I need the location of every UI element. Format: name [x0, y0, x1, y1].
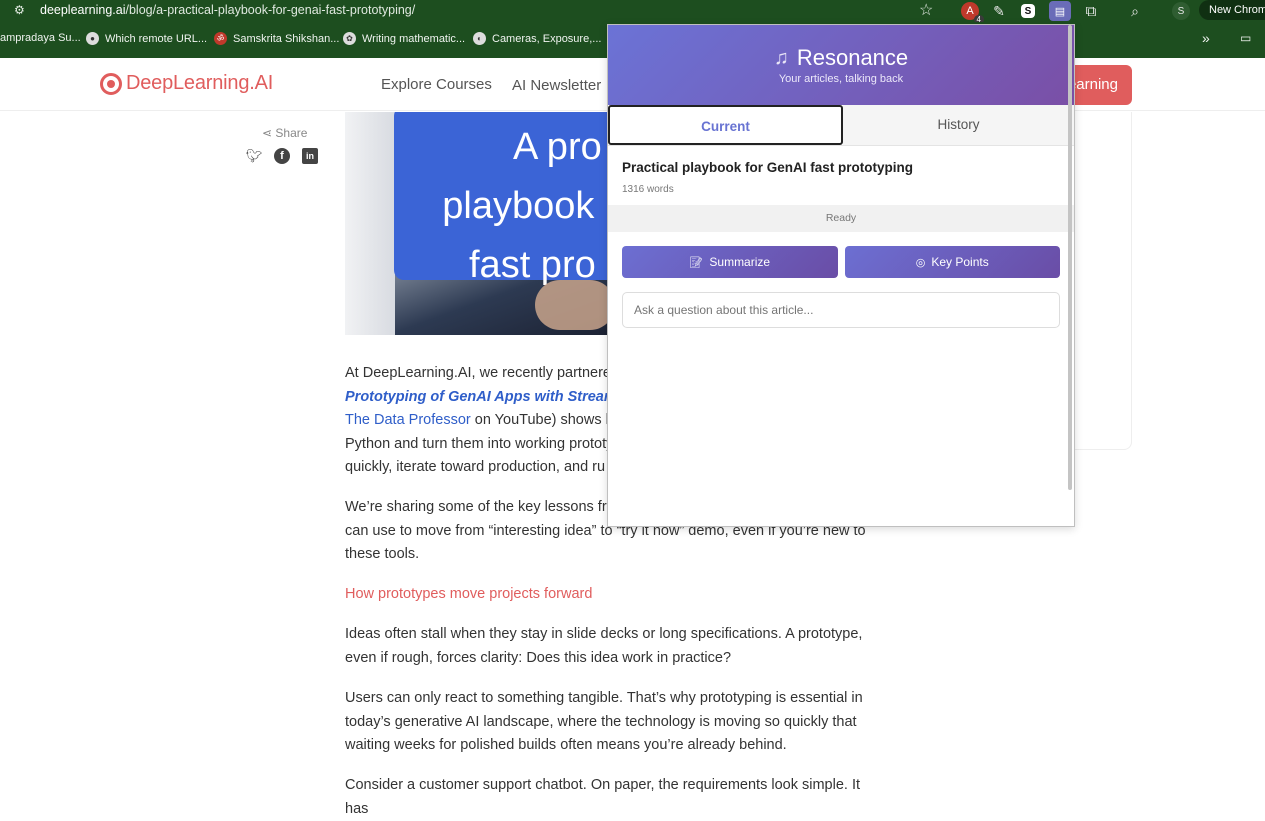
sidebar-card [1074, 112, 1132, 450]
bookmark-item[interactable]: ✿ Writing mathematic... [343, 32, 465, 45]
key-points-button[interactable]: ◎ Key Points [844, 246, 1060, 278]
paragraph-3: Ideas often stall when they stay in slid… [345, 626, 863, 666]
section-heading-wrap: How prototypes move projects forward [345, 583, 885, 607]
music-note-icon: ♫ [773, 46, 789, 69]
site-settings-icon[interactable]: ⚙ [14, 3, 30, 19]
logo-text: DeepLearning.AI [126, 72, 274, 94]
url-field[interactable]: deeplearning.ai/blog/a-practical-playboo… [40, 3, 415, 17]
hero-line: playbook [442, 185, 595, 227]
bookmark-label: Cameras, Exposure,... [492, 32, 602, 45]
bookmark-icon: ॐ [214, 32, 227, 45]
bookmark-icon: ✿ [343, 32, 356, 45]
more-bookmarks-icon[interactable]: » [1202, 30, 1210, 46]
bookmark-item[interactable]: ● Which remote URL... [86, 32, 207, 45]
popup-title-text: Resonance [796, 45, 909, 70]
status-bar: Ready [608, 205, 1074, 232]
course-link[interactable]: Prototyping of GenAI Apps with Streamli [345, 389, 625, 405]
article-title: Practical playbook for GenAI fast protot… [622, 160, 914, 175]
data-professor-link[interactable]: The Data Professor [345, 412, 471, 428]
globe-icon: ◐ [473, 32, 486, 45]
share-button[interactable]: ⋖ Share [262, 126, 307, 140]
bookmark-item[interactable]: ampradaya Su... [0, 32, 81, 44]
section-heading: How prototypes move projects forward [345, 586, 593, 602]
text-fragment: on YouTube) shows h [470, 412, 614, 428]
bookmark-label: Writing mathematic... [362, 32, 466, 45]
new-chrome-button[interactable]: New Chrome [1199, 0, 1265, 20]
pen-extension-icon[interactable]: ✎ [990, 2, 1008, 20]
tab-history[interactable]: History [843, 105, 1074, 145]
logo-icon [100, 72, 122, 95]
person-shape [345, 112, 395, 335]
question-input[interactable] [622, 292, 1060, 328]
bookmark-label: ampradaya Su... [0, 32, 81, 44]
tab-current[interactable]: Current [608, 105, 843, 145]
resonance-extension-icon[interactable]: ▤ [1049, 1, 1071, 21]
hero-image: A pro playbook fast pro [345, 112, 608, 335]
folder-icon[interactable]: ▭ [1240, 31, 1251, 45]
share-label: Share [275, 126, 308, 140]
extensions-puzzle-icon[interactable]: ⧉ [1082, 2, 1100, 20]
bookmark-item[interactable]: ◐ Cameras, Exposure,... [473, 32, 601, 45]
resonance-popup: ♫ Resonance Your articles, talking back … [607, 24, 1075, 527]
bookmark-label: Samskrita Shikshan... [233, 32, 340, 45]
popup-scrollbar[interactable] [1068, 25, 1072, 490]
word-count: 1316 words [622, 184, 674, 195]
hero-title: A pro playbook fast pro [435, 118, 602, 295]
target-icon: ◎ [915, 256, 926, 269]
s-extension-icon[interactable]: S [1021, 4, 1035, 18]
profile-avatar[interactable]: S [1172, 2, 1190, 20]
popup-tabs: Current History [608, 105, 1074, 146]
share-icon: ⋖ [262, 126, 273, 140]
bookmark-star-icon[interactable]: ☆ [919, 0, 933, 20]
article-info: Practical playbook for GenAI fast protot… [608, 146, 1074, 205]
url-host: deeplearning.ai [40, 3, 126, 17]
nav-explore-courses[interactable]: Explore Courses [381, 76, 492, 93]
twitter-icon[interactable]: 🐦︎ [246, 148, 263, 164]
key-points-label: Key Points [931, 255, 989, 269]
nav-label: AI Newsletter [512, 77, 602, 94]
hero-line: A pro [513, 126, 602, 168]
bookmark-label: Which remote URL... [105, 32, 208, 45]
summarize-button[interactable]: 📝︎ Summarize [622, 246, 838, 278]
paragraph-5: Consider a customer support chatbot. On … [345, 777, 861, 817]
extension-red-icon[interactable]: A4 [961, 2, 984, 24]
facebook-icon[interactable]: f [274, 148, 290, 164]
paragraph-4: Users can only react to something tangib… [345, 690, 863, 753]
social-links: 🐦︎ f in [246, 148, 318, 164]
bookmark-item[interactable]: ॐ Samskrita Shikshan... [214, 32, 339, 45]
nav-ai-newsletter[interactable]: AI Newsletter ⌄ [512, 76, 618, 94]
action-buttons: 📝︎ Summarize ◎ Key Points [608, 232, 1074, 278]
linkedin-icon[interactable]: in [302, 148, 318, 164]
url-path: /blog/a-practical-playbook-for-genai-fas… [125, 3, 416, 17]
popup-header: ♫ Resonance Your articles, talking back [608, 25, 1074, 105]
popup-title: ♫ Resonance [608, 25, 1074, 71]
hands-shape [535, 280, 608, 330]
memo-icon: 📝︎ [689, 256, 704, 269]
site-logo[interactable]: DeepLearning.AI [100, 72, 273, 95]
summarize-label: Summarize [709, 255, 771, 269]
tab-search-icon[interactable]: ⌕ [1126, 2, 1144, 20]
github-icon: ● [86, 32, 99, 45]
address-bar: ⚙ deeplearning.ai/blog/a-practical-playb… [0, 0, 1265, 24]
text-line: these tools. [345, 546, 420, 562]
popup-subtitle: Your articles, talking back [778, 73, 904, 85]
